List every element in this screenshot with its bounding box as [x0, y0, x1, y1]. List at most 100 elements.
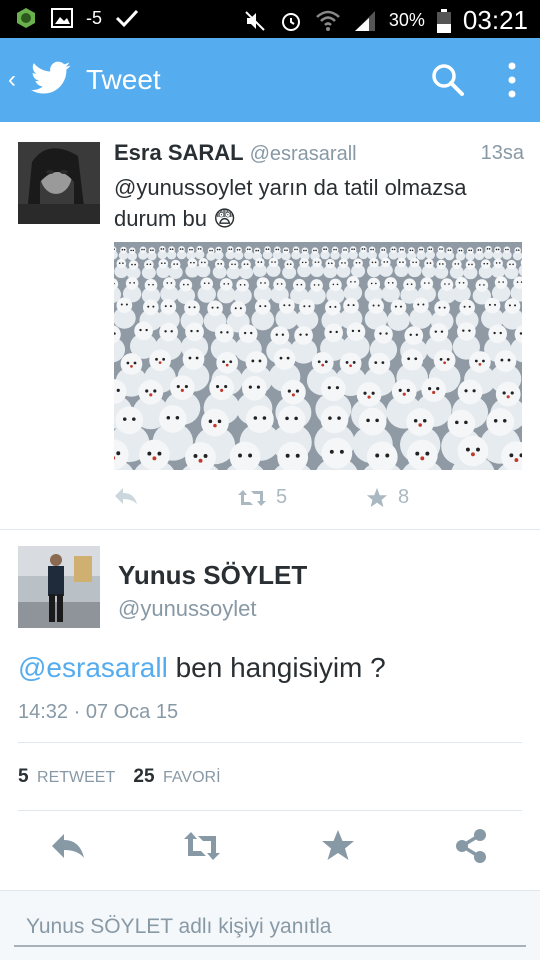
snowman-eye	[191, 248, 193, 251]
snowman-head	[311, 247, 319, 254]
snowman-eye	[509, 263, 511, 266]
snowman-eye	[371, 391, 375, 395]
snowman-eye	[411, 249, 414, 252]
snowman-head	[279, 298, 295, 314]
snowman-head	[406, 408, 435, 436]
reply-bar	[0, 890, 540, 960]
snowman-eye	[374, 361, 378, 364]
retweet-button[interactable]: 5	[238, 486, 287, 509]
snowman-eye	[152, 305, 155, 308]
snowman-head	[139, 439, 170, 470]
tweet-photo[interactable]	[114, 242, 522, 470]
avatar[interactable]	[18, 546, 100, 628]
snowman-head	[277, 405, 306, 434]
original-tweet[interactable]: Esra SARAL @esrasarall 13sa @yunussoylet …	[0, 122, 540, 530]
retweet-count[interactable]: 5	[18, 766, 29, 787]
divider	[18, 742, 522, 743]
snowman-eye	[296, 248, 298, 251]
snowman-eye	[429, 262, 432, 264]
snowman-eye	[325, 248, 328, 251]
snowman-eye	[372, 304, 375, 307]
mention-link[interactable]: @esrasarall	[18, 652, 168, 683]
author-handle[interactable]: @yunussoylet	[118, 596, 257, 622]
snowman-eye	[371, 261, 374, 264]
snowman-eye	[152, 283, 154, 286]
snowman-head	[159, 322, 179, 342]
snowman-eye	[267, 248, 270, 251]
snowman-eye	[358, 261, 361, 264]
snowman-eye	[224, 384, 228, 389]
snowman-head	[264, 246, 271, 253]
snowman-eye	[372, 248, 374, 251]
author-handle[interactable]: @esrasarall	[250, 143, 357, 165]
retweet-icon[interactable]	[182, 826, 222, 866]
snowman-eye	[286, 263, 289, 265]
snowman-nose	[149, 393, 153, 397]
favorite-button[interactable]: 8	[366, 486, 409, 509]
twitter-bird-icon[interactable]	[30, 60, 72, 98]
snowman-eye	[331, 262, 333, 265]
search-icon[interactable]	[430, 62, 466, 98]
snowman-head	[198, 258, 209, 268]
snowman-head	[495, 381, 521, 407]
snowman-head	[273, 278, 286, 291]
snowman-head	[358, 407, 387, 436]
snowman-head	[270, 326, 290, 345]
snowman-eye	[353, 248, 356, 251]
reply-icon	[115, 488, 137, 504]
reply-icon[interactable]	[48, 826, 88, 866]
snowman-eye	[160, 262, 163, 265]
favorite-label[interactable]: FAVORİ	[163, 769, 221, 786]
snowman-eye	[463, 305, 466, 308]
snowman-nose	[225, 363, 229, 367]
snowman-head	[226, 246, 234, 253]
snowman-eye	[216, 248, 219, 251]
snowman-head	[158, 405, 187, 433]
snowman-eye	[123, 248, 126, 251]
snowman-head	[368, 246, 376, 254]
author-name[interactable]: Yunus SÖYLET	[118, 560, 307, 591]
reply-input[interactable]	[14, 909, 526, 947]
snowman-eye	[258, 359, 262, 363]
favorite-count[interactable]: 25	[133, 766, 154, 787]
snowman-eye	[482, 359, 485, 363]
snowman-head	[179, 278, 193, 292]
snowman-head	[455, 277, 468, 290]
snowman-eye	[243, 284, 246, 286]
snowman-eye	[187, 283, 189, 286]
snowman-head	[274, 246, 281, 253]
snowman-eye	[329, 449, 334, 454]
retweet-label[interactable]: RETWEET	[37, 769, 115, 786]
snowman-eye	[132, 417, 136, 421]
snowman-head	[241, 259, 251, 270]
snowman-eye	[303, 249, 305, 252]
snowman-eye	[133, 282, 135, 284]
share-icon[interactable]	[452, 826, 492, 866]
divider	[18, 810, 522, 811]
more-vert-icon[interactable]	[500, 58, 524, 102]
snowman-eye	[169, 305, 172, 308]
back-chevron-icon[interactable]: ‹	[8, 66, 16, 94]
author-name[interactable]: Esra SARAL	[114, 140, 244, 165]
snowman-eye	[351, 248, 353, 251]
snowman-eye	[391, 248, 394, 251]
notification-count: -5	[86, 7, 103, 28]
snowman-eye	[193, 453, 198, 458]
snowman-eye	[166, 415, 171, 420]
snowman-eye	[441, 248, 443, 250]
snowman-head	[160, 298, 177, 315]
avatar[interactable]	[18, 142, 100, 224]
snowman-eye	[264, 282, 266, 284]
reply-button[interactable]	[114, 486, 138, 506]
snowman-eye	[218, 248, 221, 251]
snowman-eye	[509, 453, 514, 458]
snowman-eye	[468, 329, 471, 332]
snowman-head	[255, 257, 265, 268]
snowman-eye	[406, 388, 410, 392]
star-icon[interactable]	[318, 826, 358, 866]
snowman-head	[356, 382, 382, 407]
snowman-eye	[464, 389, 468, 393]
snowman-head	[245, 405, 274, 434]
snowman-head	[163, 277, 176, 290]
snowman-eye	[443, 306, 446, 309]
